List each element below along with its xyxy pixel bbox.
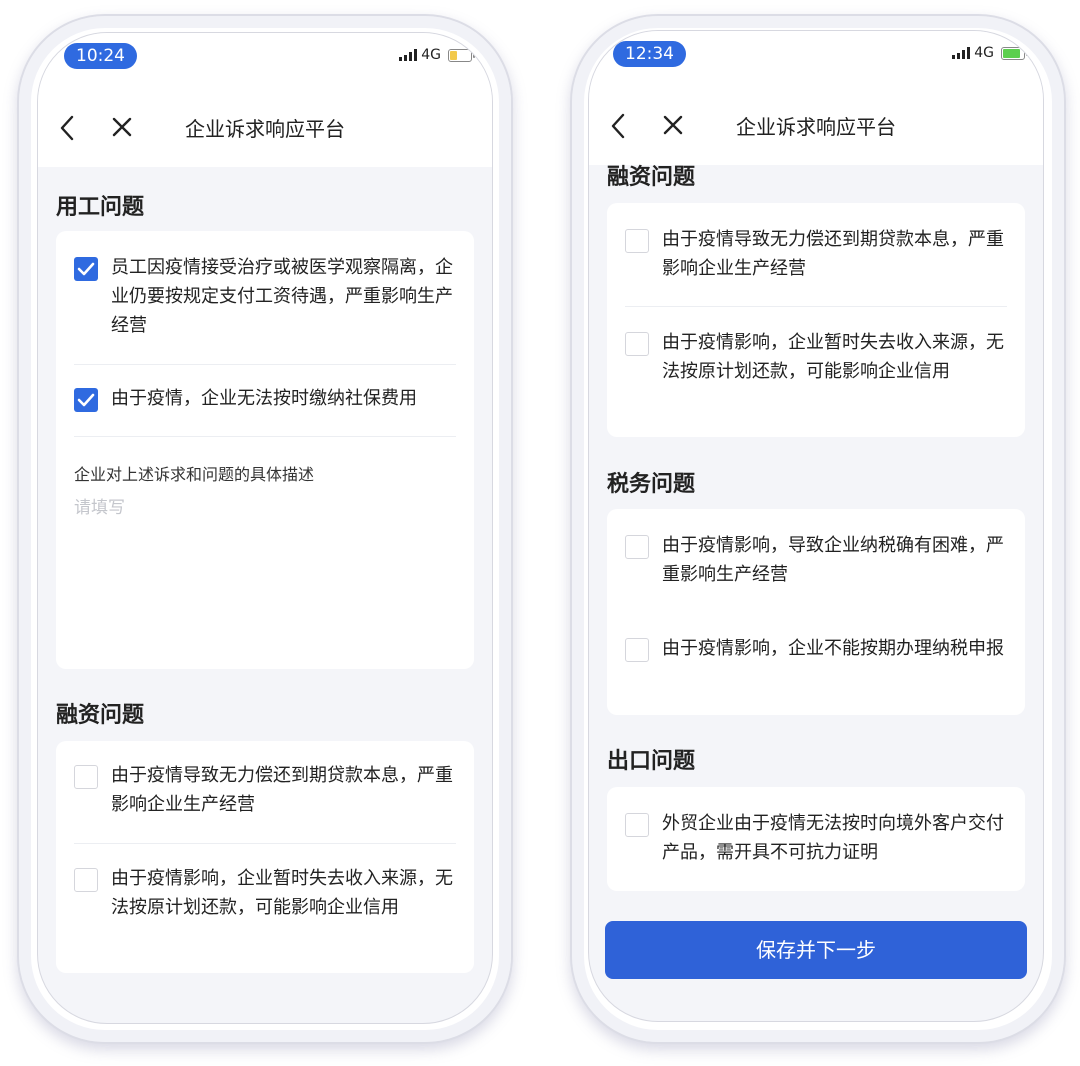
network-label: 4G [974,45,994,61]
check-icon [77,393,95,407]
option-label: 由于疫情，企业无法按时缴纳社保费用 [111,388,417,409]
left-phone: 10:24 4G 企业诉求响应平台 用工问题 员工因疫情接受治疗或被医学观察隔离… [17,14,513,1044]
status-indicators: 4G [399,47,475,63]
nav-bar: 企业诉求响应平台 [589,87,1043,165]
employment-card: 员工因疫情接受治疗或被医学观察隔离，企业仍要按规定支付工资待遇，严重影响生产经营… [56,231,474,669]
battery-icon [448,48,475,62]
option-label: 由于疫情影响，企业暂时失去收入来源，无法按原计划还款，可能影响企业信用 [111,868,453,918]
checkbox-unchecked[interactable] [74,868,98,892]
checkbox-unchecked[interactable] [74,765,98,789]
section-title-employment: 用工问题 [56,195,145,220]
option-financing-2[interactable]: 由于疫情影响，企业暂时失去收入来源，无法按原计划还款，可能影响企业信用 [74,868,456,958]
checkbox-checked[interactable] [74,257,98,281]
right-phone: 12:34 4G 企业诉求响应平台 融资问题 由于疫情导致无力偿还到期贷款本息，… [570,14,1066,1044]
checkbox-unchecked[interactable] [625,229,649,253]
status-bar: 10:24 4G [38,33,492,89]
divider [74,364,456,365]
option-label: 由于疫情导致无力偿还到期贷款本息，严重影响企业生产经营 [111,765,453,815]
checkbox-unchecked[interactable] [625,535,649,559]
page-title: 企业诉求响应平台 [736,115,896,139]
battery-charging-icon [1001,46,1028,60]
option-financing-1[interactable]: 由于疫情导致无力偿还到期贷款本息，严重影响企业生产经营 [625,229,1007,289]
option-label: 由于疫情影响，企业暂时失去收入来源，无法按原计划还款，可能影响企业信用 [662,332,1004,382]
right-screen: 12:34 4G 企业诉求响应平台 融资问题 由于疫情导致无力偿还到期贷款本息，… [588,30,1044,1022]
divider [74,843,456,844]
section-title-financing: 融资问题 [607,165,696,190]
signal-icon [952,47,971,59]
option-tax-1[interactable]: 由于疫情影响，导致企业纳税确有困难，严重影响生产经营 [625,535,1007,595]
status-bar: 12:34 4G [589,31,1043,87]
option-employment-2[interactable]: 由于疫情，企业无法按时缴纳社保费用 [74,388,456,418]
option-financing-2[interactable]: 由于疫情影响，企业暂时失去收入来源，无法按原计划还款，可能影响企业信用 [625,332,1007,422]
check-icon [77,262,95,276]
option-tax-2[interactable]: 由于疫情影响，企业不能按期办理纳税申报 [625,638,1007,698]
checkbox-unchecked[interactable] [625,638,649,662]
status-indicators: 4G [952,45,1028,61]
option-label: 由于疫情影响，导致企业纳税确有困难，严重影响生产经营 [662,535,1004,585]
checkbox-unchecked[interactable] [625,332,649,356]
checkbox-checked[interactable] [74,388,98,412]
option-label: 由于疫情导致无力偿还到期贷款本息，严重影响企业生产经营 [662,229,1004,279]
checkbox-unchecked[interactable] [625,813,649,837]
option-export-1[interactable]: 外贸企业由于疫情无法按时向境外客户交付产品，需开具不可抗力证明 [625,813,1007,873]
nav-bar: 企业诉求响应平台 [38,89,492,167]
export-card: 外贸企业由于疫情无法按时向境外客户交付产品，需开具不可抗力证明 [607,787,1025,891]
signal-icon [399,49,418,61]
description-input[interactable]: 请填写 [74,493,454,653]
section-title-financing: 融资问题 [56,703,145,728]
section-title-tax: 税务问题 [607,472,696,497]
status-time: 12:34 [613,41,686,67]
left-screen: 10:24 4G 企业诉求响应平台 用工问题 员工因疫情接受治疗或被医学观察隔离… [37,32,493,1024]
page-title: 企业诉求响应平台 [185,117,345,141]
option-financing-1[interactable]: 由于疫情导致无力偿还到期贷款本息，严重影响企业生产经营 [74,765,456,825]
option-label: 员工因疫情接受治疗或被医学观察隔离，企业仍要按规定支付工资待遇，严重影响生产经营 [111,257,453,336]
financing-card: 由于疫情导致无力偿还到期贷款本息，严重影响企业生产经营 由于疫情影响，企业暂时失… [607,203,1025,437]
divider [74,436,456,437]
section-title-export: 出口问题 [607,749,696,774]
option-label: 外贸企业由于疫情无法按时向境外客户交付产品，需开具不可抗力证明 [662,813,1004,863]
financing-card: 由于疫情导致无力偿还到期贷款本息，严重影响企业生产经营 由于疫情影响，企业暂时失… [56,741,474,973]
save-next-button[interactable]: 保存并下一步 [605,921,1027,979]
option-employment-1[interactable]: 员工因疫情接受治疗或被医学观察隔离，企业仍要按规定支付工资待遇，严重影响生产经营 [74,257,456,347]
tax-card: 由于疫情影响，导致企业纳税确有困难，严重影响生产经营 由于疫情影响，企业不能按期… [607,509,1025,715]
divider [625,306,1007,307]
description-label: 企业对上述诉求和问题的具体描述 [74,465,315,484]
option-label: 由于疫情影响，企业不能按期办理纳税申报 [662,638,1004,659]
status-time: 10:24 [64,43,137,69]
network-label: 4G [421,47,441,63]
